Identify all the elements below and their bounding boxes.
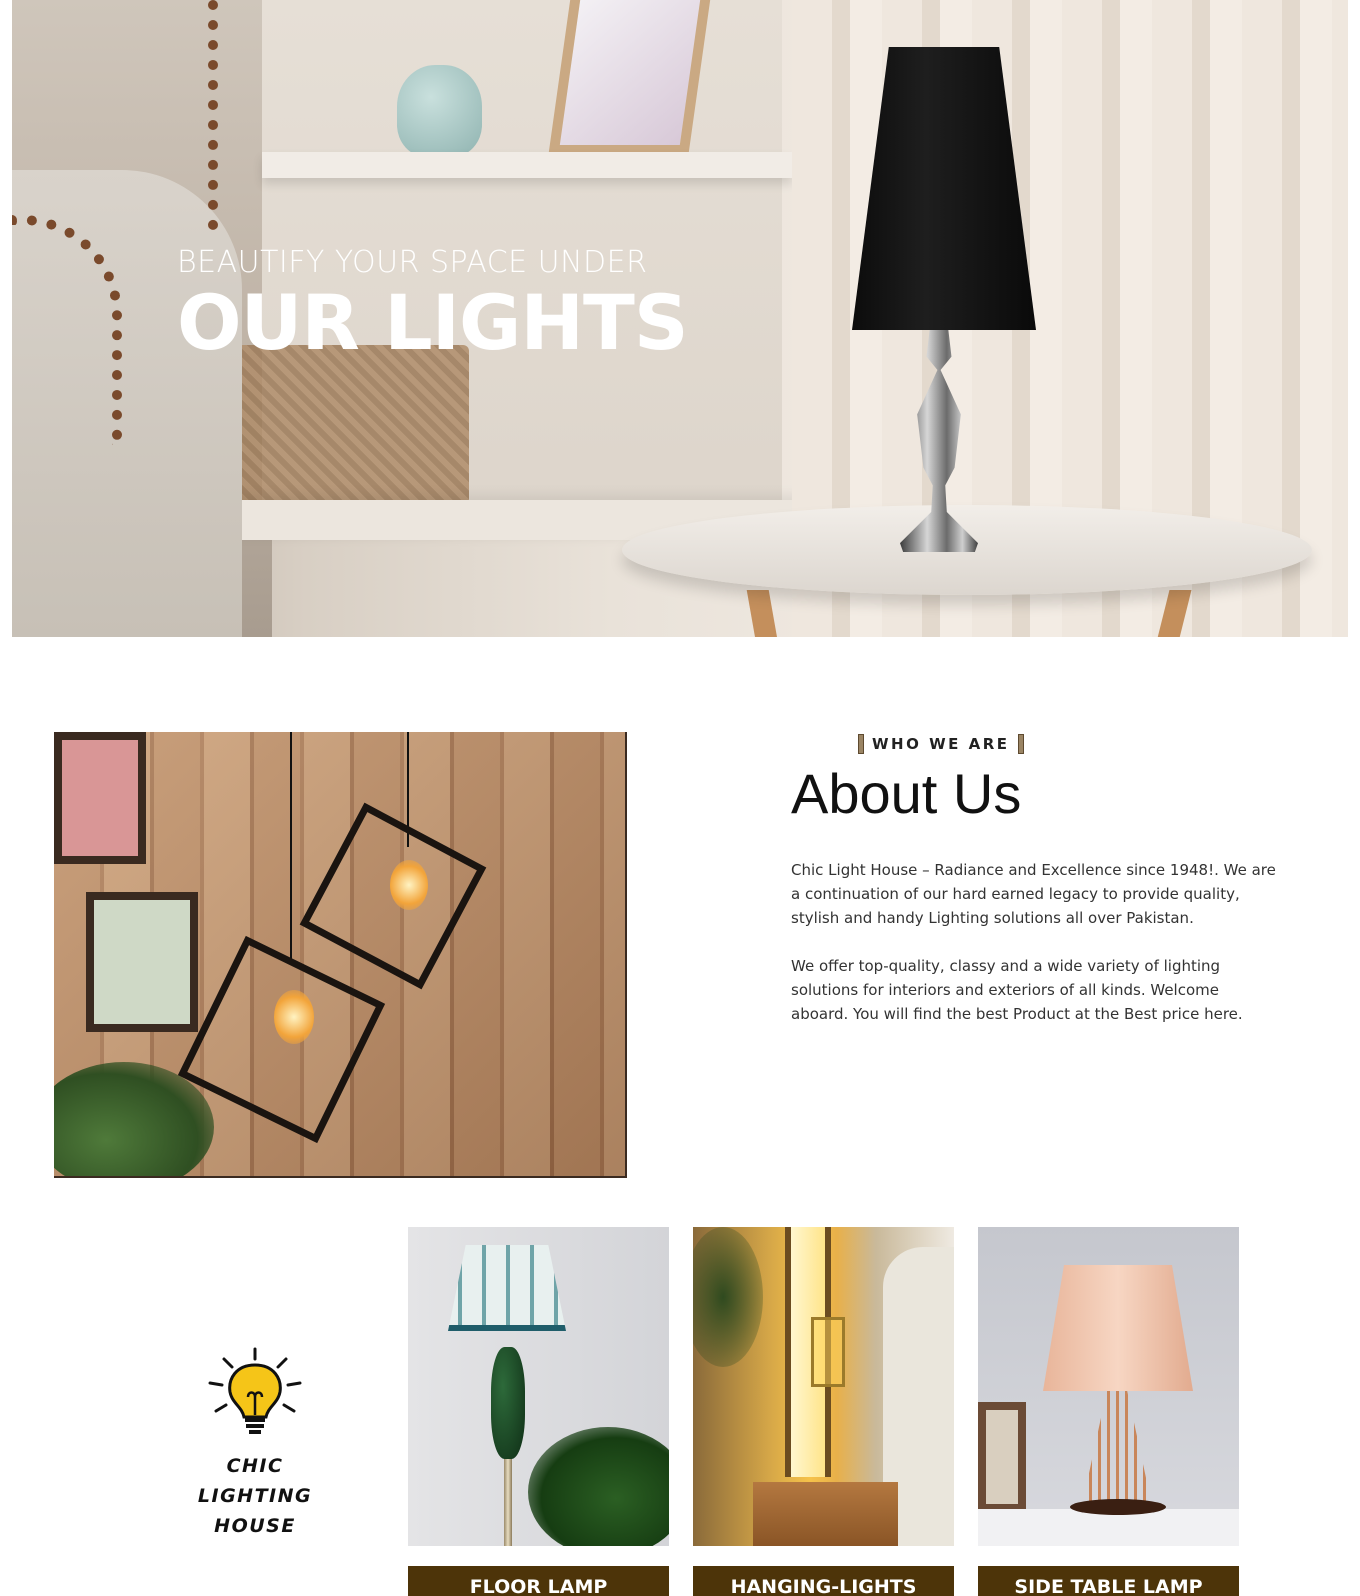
category-card-hanging-lights[interactable]: HANGING-LIGHTS [693, 1227, 954, 1596]
pendant-cord [290, 732, 292, 962]
wall-art [54, 732, 146, 864]
hero-banner: BEAUTIFY YOUR SPACE UNDER OUR LIGHTS [12, 0, 1348, 637]
hero-bead-strand [208, 0, 220, 230]
section-eyebrow: WHO WE ARE [858, 734, 1024, 754]
hero-shelf [262, 152, 792, 178]
side-table-lamp-image[interactable] [978, 1227, 1239, 1546]
about-paragraph: We offer top-quality, classy and a wide … [791, 957, 1243, 1023]
brand-name-line: CHIC LIGHTING [197, 1455, 313, 1507]
brand-name-line: HOUSE [214, 1515, 296, 1537]
hero-text: BEAUTIFY YOUR SPACE UNDER OUR LIGHTS [177, 245, 689, 367]
category-card-side-table-lamp[interactable]: SIDE TABLE LAMP [978, 1227, 1239, 1596]
hero-vase [397, 65, 482, 157]
hero-subtitle: BEAUTIFY YOUR SPACE UNDER [177, 245, 648, 280]
category-label[interactable]: HANGING-LIGHTS [693, 1566, 954, 1596]
edison-bulb [390, 860, 428, 910]
hero-table-leg [746, 590, 780, 637]
hero-basket [237, 345, 469, 505]
about-title: About Us [791, 762, 1022, 825]
about-image-pendant-lights [54, 732, 627, 1178]
lightbulb-icon [200, 1345, 310, 1445]
category-label[interactable]: SIDE TABLE LAMP [978, 1566, 1239, 1596]
floor-lamp-image[interactable] [408, 1227, 669, 1546]
eyebrow-bar-right [1017, 734, 1024, 754]
edison-bulb [274, 990, 314, 1044]
hero-title: OUR LIGHTS [177, 278, 689, 367]
eyebrow-text: WHO WE ARE [872, 735, 1010, 753]
wall-art [86, 892, 198, 1032]
brand-logo[interactable]: CHIC LIGHTING HOUSE [170, 1345, 340, 1541]
eyebrow-bar-left [858, 734, 864, 754]
brand-name: CHIC LIGHTING HOUSE [170, 1451, 340, 1541]
category-card-floor-lamp[interactable]: FLOOR LAMP [408, 1227, 669, 1596]
hanging-lights-image[interactable] [693, 1227, 954, 1546]
category-label[interactable]: FLOOR LAMP [408, 1566, 669, 1596]
about-paragraph: Chic Light House – Radiance and Excellen… [791, 861, 1276, 927]
hero-picture-frame [548, 0, 712, 155]
